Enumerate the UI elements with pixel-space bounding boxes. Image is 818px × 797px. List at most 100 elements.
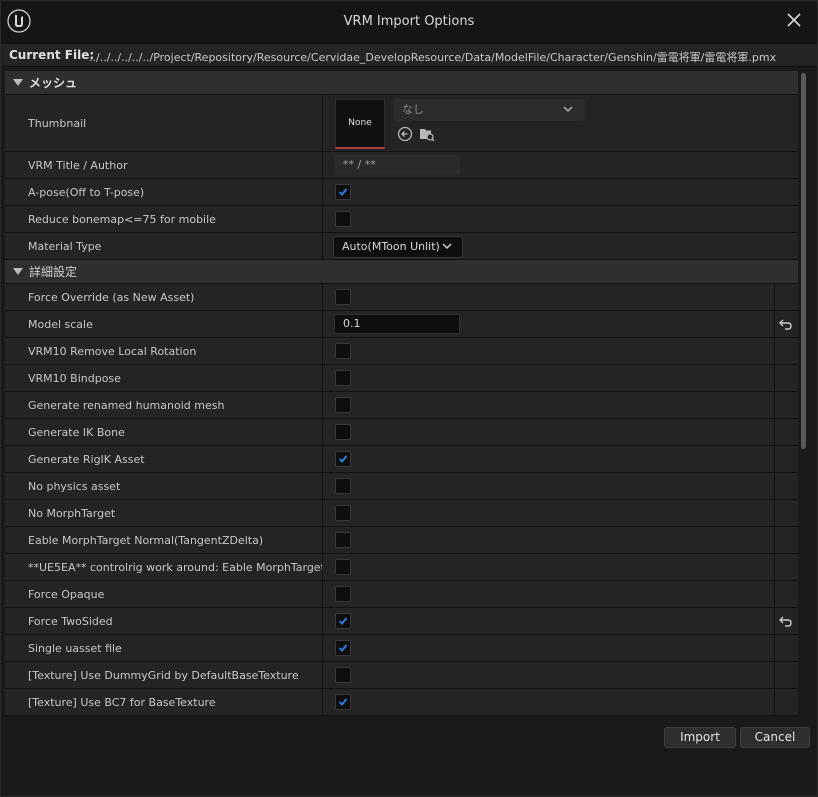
row-label: No MorphTarget (28, 506, 116, 520)
apose-checkbox[interactable] (335, 184, 351, 200)
setting-checkbox[interactable] (335, 289, 351, 305)
reset-column (774, 689, 798, 715)
settings-row: Generate RigIK Asset (5, 446, 798, 473)
checkmark-icon (338, 698, 348, 706)
reset-column (774, 554, 798, 580)
reduce-bonemap-checkbox[interactable] (335, 211, 351, 227)
scrollbar[interactable] (799, 71, 809, 719)
settings-row: [Texture] Use DummyGrid by DefaultBaseTe… (5, 662, 798, 689)
row-thumbnail: Thumbnail None なし (5, 95, 798, 152)
checkmark-icon (338, 188, 348, 196)
row-label: VRM Title / Author (28, 158, 128, 172)
reset-column (774, 311, 798, 337)
settings-row: Force Opaque (5, 581, 798, 608)
row-reduce-bonemap: Reduce bonemap<=75 for mobile (5, 206, 798, 233)
row-label: Force Opaque (28, 587, 105, 601)
row-label: Generate renamed humanoid mesh (28, 398, 225, 412)
row-label: VRM10 Remove Local Rotation (28, 344, 197, 358)
reset-column (774, 608, 798, 634)
setting-checkbox[interactable] (335, 505, 351, 521)
row-label: Thumbnail (28, 116, 87, 130)
current-file-path: ../../../../../../Project/Repository/Res… (89, 51, 777, 64)
row-title-author: VRM Title / Author ** / ** (5, 152, 798, 179)
thumbnail-asset-dropdown[interactable]: なし (394, 99, 585, 121)
reset-column (774, 662, 798, 688)
current-file-bar: Current File: ../../../../../../Project/… (1, 43, 817, 67)
browse-asset-folder-icon[interactable] (419, 126, 435, 142)
reset-to-default-icon[interactable] (779, 318, 793, 330)
title-bar[interactable]: VRM Import Options (1, 1, 817, 43)
section-advanced[interactable]: 詳細設定 (5, 260, 798, 284)
chevron-down-icon (563, 106, 573, 113)
reset-column (774, 581, 798, 607)
row-label: [Texture] Use DummyGrid by DefaultBaseTe… (28, 668, 299, 682)
row-label: Single uasset file (28, 641, 122, 655)
setting-checkbox[interactable] (335, 694, 351, 710)
section-mesh-label: メッシュ (29, 76, 78, 90)
use-selected-asset-icon[interactable] (397, 126, 413, 142)
row-label: Force TwoSided (28, 614, 113, 628)
setting-checkbox[interactable] (335, 613, 351, 629)
thumbnail-asset-value: なし (402, 103, 424, 116)
dialog-footer: Import Cancel (1, 720, 817, 796)
reset-column (774, 446, 798, 472)
reset-column (774, 284, 798, 310)
checkmark-icon (338, 617, 348, 625)
setting-checkbox[interactable] (335, 586, 351, 602)
reset-column (774, 365, 798, 391)
setting-checkbox[interactable] (335, 667, 351, 683)
row-label: **UE5EA** controlrig work around: Eable … (28, 560, 322, 574)
import-button[interactable]: Import (664, 727, 736, 748)
setting-checkbox[interactable] (335, 397, 351, 413)
checkmark-icon (338, 644, 348, 652)
settings-row: [Texture] Use BC7 for BaseTexture (5, 689, 798, 716)
row-label: Generate RigIK Asset (28, 452, 145, 466)
row-label: A-pose(Off to T-pose) (28, 185, 145, 199)
row-apose: A-pose(Off to T-pose) (5, 179, 798, 206)
details-panel: メッシュ Thumbnail None なし VRM Title / Autho… (5, 71, 798, 719)
thumbnail-preview[interactable]: None (335, 99, 385, 149)
reset-column (774, 419, 798, 445)
cancel-button[interactable]: Cancel (740, 727, 810, 748)
settings-row: Generate IK Bone (5, 419, 798, 446)
checkmark-icon (338, 455, 348, 463)
settings-row: VRM10 Bindpose (5, 365, 798, 392)
setting-checkbox[interactable] (335, 532, 351, 548)
reset-column (774, 338, 798, 364)
settings-row: No MorphTarget (5, 500, 798, 527)
setting-checkbox[interactable] (335, 343, 351, 359)
settings-row: No physics asset (5, 473, 798, 500)
row-label: [Texture] Use BC7 for BaseTexture (28, 695, 216, 709)
reset-column (774, 473, 798, 499)
reset-column (774, 392, 798, 418)
setting-checkbox[interactable] (335, 478, 351, 494)
reset-column (774, 635, 798, 661)
settings-row: Eable MorphTarget Normal(TangentZDelta) (5, 527, 798, 554)
setting-checkbox[interactable] (335, 559, 351, 575)
setting-checkbox[interactable] (335, 451, 351, 467)
scrollbar-thumb[interactable] (801, 73, 806, 449)
section-mesh[interactable]: メッシュ (5, 71, 798, 95)
setting-checkbox[interactable] (335, 640, 351, 656)
title-author-field[interactable]: ** / ** (334, 155, 460, 175)
setting-checkbox[interactable] (335, 370, 351, 386)
row-label: Reduce bonemap<=75 for mobile (28, 212, 216, 226)
settings-row: VRM10 Remove Local Rotation (5, 338, 798, 365)
row-label: Eable MorphTarget Normal(TangentZDelta) (28, 533, 264, 547)
model-scale-input[interactable]: 0.1 (334, 314, 460, 334)
reset-to-default-icon[interactable] (779, 615, 793, 627)
settings-row: Force Override (as New Asset) (5, 284, 798, 311)
setting-checkbox[interactable] (335, 424, 351, 440)
settings-row: **UE5EA** controlrig work around: Eable … (5, 554, 798, 581)
row-label: No physics asset (28, 479, 121, 493)
close-icon[interactable] (785, 11, 803, 29)
settings-row: Model scale 0.1 (5, 311, 798, 338)
collapse-triangle-icon[interactable] (13, 79, 23, 86)
material-type-dropdown[interactable]: Auto(MToon Unlit) (333, 236, 463, 258)
row-material-type: Material Type Auto(MToon Unlit) (5, 233, 798, 260)
vrm-import-dialog: VRM Import Options Current File: ../../.… (0, 0, 818, 797)
row-label: VRM10 Bindpose (28, 371, 121, 385)
collapse-triangle-icon[interactable] (13, 268, 23, 275)
row-label: Force Override (as New Asset) (28, 290, 195, 304)
row-label: Model scale (28, 317, 93, 331)
